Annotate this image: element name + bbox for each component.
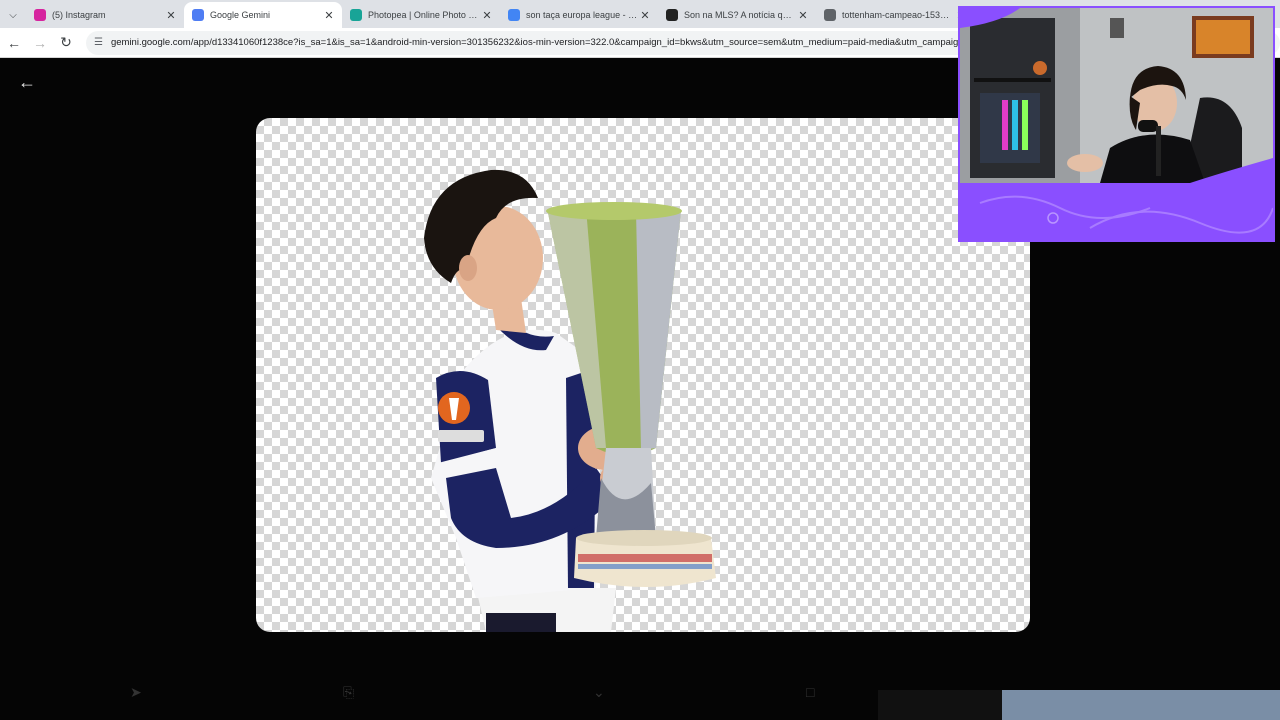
tab-title: tottenham-campeao-1536x10... <box>842 10 954 20</box>
close-icon[interactable]: ✕ <box>322 9 336 22</box>
tab-search-button[interactable]: ⌵ <box>0 2 26 28</box>
arrow-right-icon: → <box>33 34 47 51</box>
news-icon <box>666 9 678 21</box>
share-icon[interactable]: ➤ <box>130 684 142 701</box>
close-icon[interactable]: ✕ <box>164 9 178 22</box>
back-button[interactable]: ← <box>2 31 26 55</box>
gemini-icon <box>192 9 204 21</box>
webcam-overlay <box>958 6 1275 242</box>
background-window-fragment <box>1002 690 1280 720</box>
browser-tab[interactable]: (5) Instagram ✕ <box>26 2 184 28</box>
tab-title: Son na MLS? A notícia que anim <box>684 10 796 20</box>
instagram-icon <box>34 9 46 21</box>
chevron-down-icon[interactable]: ⌄ <box>593 684 605 701</box>
reload-button[interactable]: ↻ <box>54 31 78 55</box>
tab-title: Google Gemini <box>210 10 271 20</box>
tab-title: son taça europa league - Pesqu <box>526 10 638 20</box>
copy-icon[interactable]: ⎘ <box>343 684 354 701</box>
tab-list: (5) Instagram ✕ Google Gemini ✕ Photopea | O… <box>26 2 974 28</box>
reload-icon: ↻ <box>60 34 72 50</box>
site-settings-icon[interactable]: ☰ <box>94 37 103 48</box>
close-icon[interactable]: ✕ <box>796 9 810 22</box>
browser-tab[interactable]: Google Gemini ✕ <box>184 2 342 28</box>
browser-tab[interactable]: son taça europa league - Pesqu✕ <box>500 2 658 28</box>
browser-tab[interactable]: Son na MLS? A notícia que anim✕ <box>658 2 816 28</box>
google-icon <box>508 9 520 21</box>
tab-title: (5) Instagram <box>52 10 106 20</box>
arrow-left-icon: ← <box>7 34 21 51</box>
arrow-left-icon: ← <box>18 72 36 92</box>
player-with-trophy-illustration <box>424 169 716 632</box>
streamer-webcam-feed <box>960 8 1273 240</box>
url-text: gemini.google.com/app/d13341060f1238ce?i… <box>110 37 970 48</box>
browser-tab[interactable]: tottenham-campeao-1536x10...✕ <box>816 2 974 28</box>
close-viewer-button[interactable]: ← <box>18 72 36 93</box>
browser-tab[interactable]: Photopea | Online Photo Editor ✕ <box>342 2 500 28</box>
tab-title: Photopea | Online Photo Editor <box>368 10 480 20</box>
close-icon[interactable]: ✕ <box>480 9 494 22</box>
forward-button[interactable]: → <box>28 31 52 55</box>
download-icon[interactable]: □ <box>806 684 814 700</box>
close-icon[interactable]: ✕ <box>638 9 652 22</box>
globe-icon <box>824 9 836 21</box>
generated-image[interactable] <box>256 118 1030 632</box>
background-window-fragment <box>878 690 1002 720</box>
chevron-down-icon: ⌵ <box>9 9 17 21</box>
photopea-icon <box>350 9 362 21</box>
